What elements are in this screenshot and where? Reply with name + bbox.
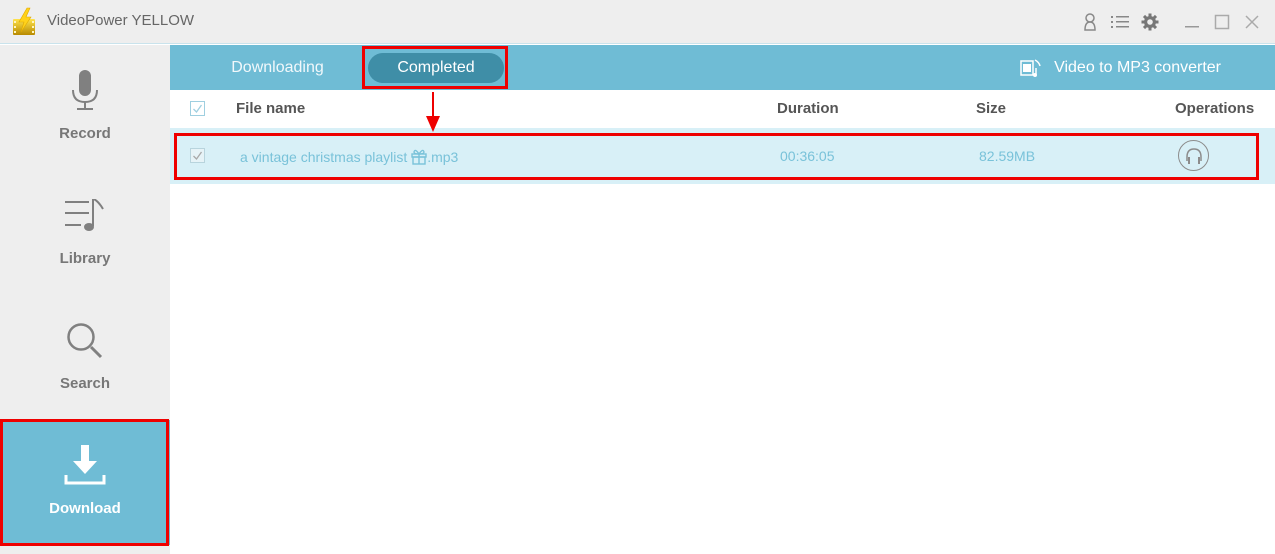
checkmark-icon xyxy=(193,151,203,161)
column-header-duration: Duration xyxy=(777,100,839,117)
minimize-button[interactable] xyxy=(1177,7,1207,37)
column-header-operations: Operations xyxy=(1175,100,1255,117)
sidebar-label-record: Record xyxy=(59,125,111,142)
file-name-cell: a vintage christmas playlist .mp3 xyxy=(240,148,458,165)
settings-button[interactable] xyxy=(1135,7,1165,37)
table-row[interactable]: a vintage christmas playlist .mp3 00:36:… xyxy=(170,128,1275,184)
sidebar: Record Library Search Download xyxy=(0,45,170,554)
search-icon xyxy=(67,323,103,359)
menu-list-icon xyxy=(1111,16,1129,28)
table-header: File name Duration Size Operations xyxy=(170,90,1275,128)
tab-downloading[interactable]: Downloading xyxy=(210,53,345,83)
gift-icon xyxy=(411,149,427,165)
sidebar-item-search[interactable]: Search xyxy=(0,295,170,420)
row-checkbox[interactable] xyxy=(190,148,205,163)
column-header-file-name: File name xyxy=(236,100,306,117)
column-header-size: Size xyxy=(976,100,1007,117)
title-bar: VideoPower YELLOW xyxy=(0,0,1275,44)
select-all-checkbox[interactable] xyxy=(190,101,205,116)
microphone-icon xyxy=(72,70,98,110)
music-list-icon xyxy=(65,199,104,231)
menu-button[interactable] xyxy=(1105,7,1135,37)
sidebar-item-record[interactable]: Record xyxy=(0,45,170,170)
converter-label: Video to MP3 converter xyxy=(1054,59,1221,76)
sidebar-label-search: Search xyxy=(59,375,111,392)
sidebar-item-download[interactable]: Download xyxy=(0,420,170,545)
size-cell: 82.59MB xyxy=(979,148,1036,164)
user-icon xyxy=(1084,13,1096,31)
file-name-text: a vintage christmas playlist xyxy=(240,148,412,165)
video-to-mp3-converter-button[interactable]: Video to MP3 converter xyxy=(1020,53,1221,83)
app-logo-icon xyxy=(13,7,35,35)
sidebar-label-library: Library xyxy=(59,250,111,267)
file-extension-text: .mp3 xyxy=(427,148,459,165)
checkmark-icon xyxy=(193,104,203,114)
user-button[interactable] xyxy=(1075,7,1105,37)
app-window: VideoPower YELLOW Record Library Search … xyxy=(0,0,1275,554)
maximize-icon xyxy=(1214,14,1230,30)
tab-bar: Downloading Completed Video to MP3 conve… xyxy=(170,45,1275,90)
sidebar-item-library[interactable]: Library xyxy=(0,170,170,295)
sidebar-label-download: Download xyxy=(49,500,121,517)
app-title: VideoPower YELLOW xyxy=(47,12,195,29)
close-button[interactable] xyxy=(1237,7,1267,37)
headphones-icon xyxy=(1185,147,1202,164)
download-icon xyxy=(64,445,106,485)
close-icon xyxy=(1245,15,1259,29)
tab-completed[interactable]: Completed xyxy=(368,53,504,83)
video-convert-icon xyxy=(1020,59,1041,77)
minimize-icon xyxy=(1185,26,1199,28)
play-button[interactable] xyxy=(1178,140,1209,171)
duration-cell: 00:36:05 xyxy=(780,148,835,164)
maximize-button[interactable] xyxy=(1207,7,1237,37)
settings-gear-icon xyxy=(1141,13,1159,31)
